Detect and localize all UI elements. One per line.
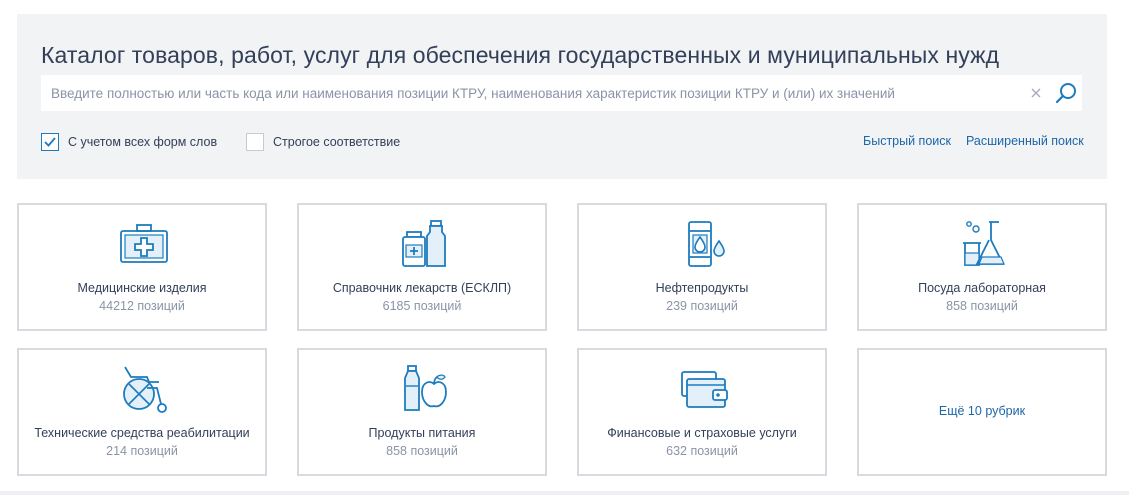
wallet-icon [681,371,728,408]
more-categories-link[interactable]: Ещё 10 рубрик [859,404,1105,418]
quick-search-link[interactable]: Быстрый поиск [863,134,951,148]
word-forms-option[interactable]: С учетом всех форм слов [41,132,217,152]
page-title: Каталог товаров, работ, услуг для обеспе… [41,42,1000,68]
card-title: Медицинские изделия [77,281,207,295]
word-forms-label: С учетом всех форм слов [68,135,218,149]
card-title: Нефтепродукты [655,281,749,295]
card-count: 6185 позиций [382,299,462,313]
medicine-bottles-icon [402,220,446,267]
card-count: 44212 позиций [99,299,185,313]
medical-kit-icon [120,224,168,263]
clear-search-button[interactable] [1028,85,1044,101]
bottom-divider [0,491,1129,495]
category-card-food[interactable]: Продукты питания 858 позиций [297,348,547,476]
search-panel: Каталог товаров, работ, услуг для обеспе… [17,14,1107,179]
strict-match-option[interactable]: Строгое соответствие [246,132,400,152]
category-card-rehab[interactable]: Технические средства реабилитации 214 по… [17,348,267,476]
card-title: Посуда лабораторная [918,281,1046,295]
card-count: 632 позиций [666,444,738,458]
strict-match-checkbox[interactable] [246,133,264,151]
card-title: Справочник лекарств (ЕСКЛП) [332,281,512,295]
wheelchair-icon [123,366,167,413]
search-box [41,75,1082,111]
category-card-medical[interactable]: Медицинские изделия 44212 позиций [17,203,267,331]
oil-barrel-icon [688,221,725,267]
checkmark-icon [44,137,56,147]
close-icon [1031,88,1041,98]
card-count: 858 позиций [386,444,458,458]
food-bottle-apple-icon [404,365,447,411]
search-input[interactable] [42,76,1017,110]
category-card-finance[interactable]: Финансовые и страховые услуги 632 позици… [577,348,827,476]
category-card-lab[interactable]: Посуда лабораторная 858 позиций [857,203,1107,331]
category-card-oil[interactable]: Нефтепродукты 239 позиций [577,203,827,331]
search-button[interactable] [1054,81,1078,105]
card-title: Технические средства реабилитации [34,426,250,440]
card-title: Продукты питания [368,426,476,440]
word-forms-checkbox[interactable] [41,133,59,151]
strict-match-label: Строгое соответствие [273,135,401,149]
search-icon [1055,83,1076,104]
advanced-search-link[interactable]: Расширенный поиск [966,134,1084,148]
lab-flask-icon [963,221,1005,266]
card-count: 214 позиций [106,444,178,458]
category-card-medicines[interactable]: Справочник лекарств (ЕСКЛП) 6185 позиций [297,203,547,331]
card-count: 239 позиций [666,299,738,313]
card-count: 858 позиций [946,299,1018,313]
card-title: Финансовые и страховые услуги [607,426,797,440]
more-categories-card[interactable]: Ещё 10 рубрик [857,348,1107,476]
